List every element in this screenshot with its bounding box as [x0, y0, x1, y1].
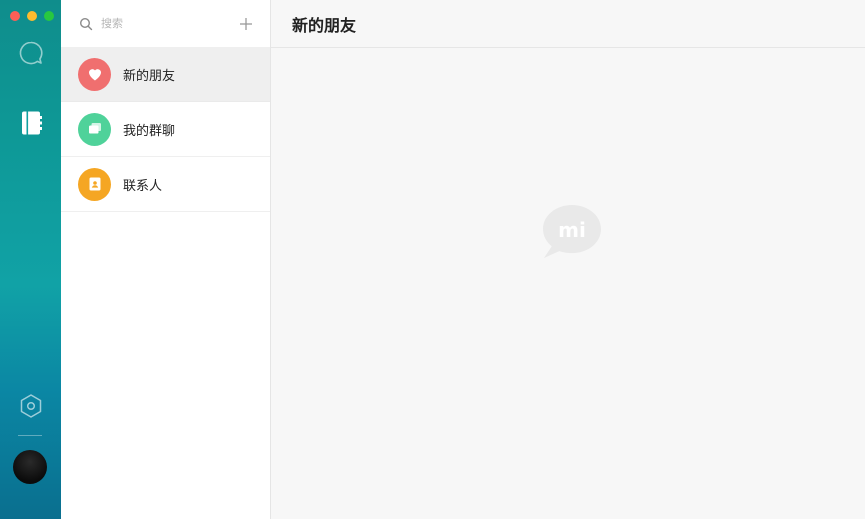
contacts-list-panel: 新的朋友 我的群聊 联系人 [61, 0, 271, 519]
main-pane: 新的朋友 mi [271, 0, 865, 519]
list-item-my-groups[interactable]: 我的群聊 [61, 102, 270, 157]
settings-hexagon-icon[interactable] [18, 393, 44, 419]
close-window-button[interactable] [10, 11, 20, 21]
list-item-label: 我的群聊 [123, 123, 176, 139]
list-item-new-friends[interactable]: 新的朋友 [61, 47, 270, 102]
search-icon [79, 17, 93, 30]
page-title: 新的朋友 [292, 15, 357, 35]
user-avatar[interactable] [13, 450, 47, 484]
list-item-contacts[interactable]: 联系人 [61, 157, 270, 212]
mi-logo-text: mi [558, 218, 586, 242]
app-window: 新的朋友 我的群聊 联系人 新的朋友 [0, 0, 865, 519]
main-header: 新的朋友 [271, 0, 865, 48]
list-item-label: 联系人 [123, 178, 163, 194]
plus-icon [240, 17, 252, 30]
group-chat-icon [78, 112, 111, 146]
sidebar-rail [0, 0, 61, 519]
search-input[interactable] [101, 17, 231, 30]
minimize-window-button[interactable] [27, 11, 37, 21]
contact-card-icon [78, 167, 111, 201]
maximize-window-button[interactable] [44, 11, 54, 21]
mi-logo-placeholder-icon: mi [543, 205, 601, 258]
add-button[interactable] [238, 16, 254, 32]
chat-bubble-icon[interactable] [18, 40, 44, 66]
search-bar [61, 0, 270, 47]
list-item-label: 新的朋友 [123, 68, 176, 84]
contacts-book-icon[interactable] [18, 110, 44, 136]
rail-divider [18, 435, 42, 436]
window-controls [10, 11, 54, 21]
heart-icon [78, 57, 111, 91]
